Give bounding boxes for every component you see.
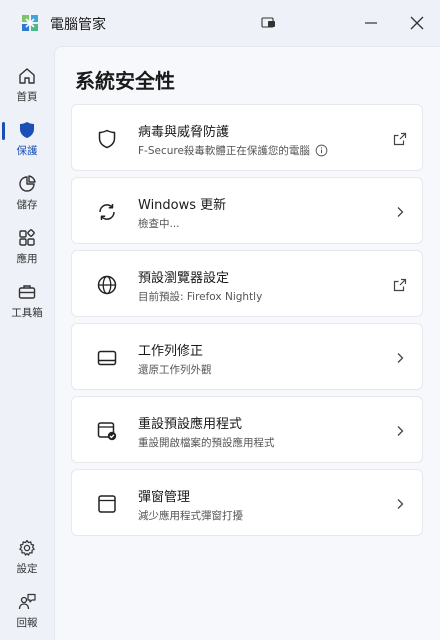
sidebar-item-label: 儲存 <box>16 199 38 211</box>
compact-window-icon <box>261 17 275 28</box>
close-icon <box>410 16 424 30</box>
card-title: 預設瀏覽器設定 <box>138 271 230 286</box>
chevron-right-icon <box>397 353 404 363</box>
app-logo-icon <box>22 15 38 31</box>
app-title: 電腦管家 <box>50 17 106 33</box>
chevron-right-icon <box>397 207 404 217</box>
taskbar-icon <box>97 350 117 366</box>
sidebar-item-label: 保護 <box>16 145 38 157</box>
minimize-button[interactable] <box>354 8 388 38</box>
shield-icon <box>20 122 34 138</box>
popup-window-icon <box>98 495 116 513</box>
external-link-icon <box>393 278 407 292</box>
sidebar-item-label: 應用 <box>16 253 38 265</box>
sidebar-item-home[interactable]: 首頁 <box>0 62 54 110</box>
shield-outline-icon <box>98 129 116 149</box>
card-title: 重設預設應用程式 <box>138 417 243 432</box>
card-reset-default-apps[interactable]: 重設預設應用程式 重設開啟檔案的預設應用程式 <box>71 396 423 463</box>
card-subtitle: 目前預設: Firefox Nightly <box>138 291 263 303</box>
apps-grid-icon <box>19 229 35 246</box>
sidebar-item-toolbox[interactable]: 工具箱 <box>0 278 54 326</box>
main-panel: 系統安全性 病毒與威脅防護 F-Secure殺毒軟體正在保護您的電腦 Windo… <box>54 46 440 640</box>
sidebar-item-label: 工具箱 <box>11 307 43 319</box>
card-virus-protection[interactable]: 病毒與威脅防護 F-Secure殺毒軟體正在保護您的電腦 <box>71 104 423 171</box>
chevron-right-icon <box>397 499 404 509</box>
sidebar-item-label: 首頁 <box>16 91 38 103</box>
home-icon <box>19 68 35 84</box>
info-icon[interactable] <box>315 144 328 157</box>
card-subtitle: 重設開啟檔案的預設應用程式 <box>138 437 275 449</box>
card-subtitle-text: F-Secure殺毒軟體正在保護您的電腦 <box>138 145 310 157</box>
card-windows-update[interactable]: Windows 更新 檢查中... <box>71 177 423 244</box>
card-title: 工作列修正 <box>138 344 204 359</box>
card-subtitle: 檢查中... <box>138 218 180 230</box>
chevron-right-icon <box>397 426 404 436</box>
sidebar-item-settings[interactable]: 設定 <box>0 534 54 582</box>
sidebar: 首頁 保護 儲存 應用 工具箱 設定 回報 <box>0 46 54 640</box>
close-button[interactable] <box>400 8 434 38</box>
page-title: 系統安全性 <box>75 69 175 93</box>
sidebar-item-storage[interactable]: 儲存 <box>0 170 54 218</box>
sidebar-item-protect[interactable]: 保護 <box>0 116 54 164</box>
toolbox-icon <box>18 285 36 299</box>
compact-mode-button[interactable] <box>252 8 286 38</box>
card-title: 彈窗管理 <box>138 490 191 505</box>
pie-chart-icon <box>19 175 36 192</box>
card-subtitle: 減少應用程式彈窗打擾 <box>138 510 243 522</box>
card-default-browser[interactable]: 預設瀏覽器設定 目前預設: Firefox Nightly <box>71 250 423 317</box>
globe-icon <box>97 275 117 295</box>
minimize-icon <box>365 22 377 24</box>
card-subtitle: F-Secure殺毒軟體正在保護您的電腦 <box>138 143 328 158</box>
card-title: 病毒與威脅防護 <box>138 125 230 140</box>
title-bar: 電腦管家 <box>0 0 440 46</box>
card-taskbar-fix[interactable]: 工作列修正 還原工作列外觀 <box>71 323 423 390</box>
card-subtitle: 還原工作列外觀 <box>138 364 212 376</box>
card-popup-management[interactable]: 彈窗管理 減少應用程式彈窗打擾 <box>71 469 423 536</box>
default-app-icon <box>97 422 117 441</box>
sidebar-item-label: 回報 <box>16 617 38 629</box>
sidebar-item-feedback[interactable]: 回報 <box>0 588 54 636</box>
external-link-icon <box>393 132 407 146</box>
gear-icon <box>19 539 35 556</box>
refresh-icon <box>99 204 115 220</box>
feedback-icon <box>18 593 36 610</box>
card-title: Windows 更新 <box>138 198 227 213</box>
sidebar-item-label: 設定 <box>16 563 38 575</box>
sidebar-item-apps[interactable]: 應用 <box>0 224 54 272</box>
